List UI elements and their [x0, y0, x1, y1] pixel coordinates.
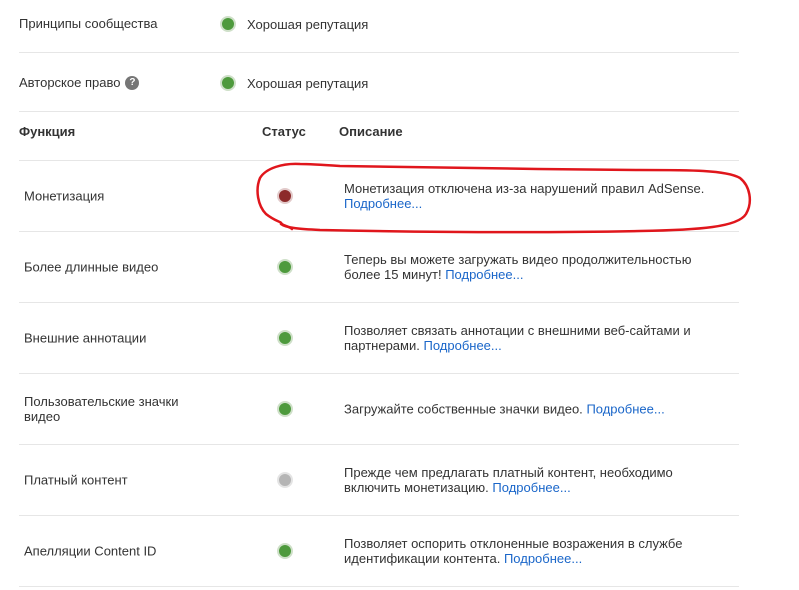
status-dot-icon [277, 259, 293, 275]
reputation-status: Хорошая репутация [220, 16, 368, 32]
feature-description-text: Монетизация отключена из-за нарушений пр… [344, 181, 705, 196]
reputation-status-text: Хорошая репутация [247, 75, 369, 91]
status-dot-icon [277, 401, 293, 417]
feature-description-text: Загружайте собственные значки видео. [344, 401, 583, 417]
reputation-label-text: Принципы сообщества [19, 16, 158, 31]
feature-name: Внешние аннотации [24, 330, 147, 346]
reputation-status: Хорошая репутация [220, 75, 368, 91]
status-dot-icon [220, 75, 236, 91]
feature-description: Прежде чем предлагать платный контент, н… [344, 465, 724, 495]
feature-name: Монетизация [24, 188, 105, 204]
learn-more-link[interactable]: Подробнее... [423, 338, 501, 353]
feature-name: Пользовательские значки видео [24, 394, 179, 424]
learn-more-link[interactable]: Подробнее... [344, 196, 422, 211]
status-dot-icon [277, 543, 293, 559]
feature-description: Загружайте собственные значки видео. Под… [344, 402, 724, 417]
help-icon[interactable]: ? [125, 75, 140, 90]
feature-description-text: Позволяет связать аннотации с внешними в… [344, 323, 691, 353]
feature-row-longer-videos: Более длинные видео Теперь вы можете заг… [19, 232, 739, 303]
reputation-label: Принципы сообщества [19, 16, 158, 31]
feature-name: Более длинные видео [24, 259, 159, 275]
feature-row-content-id-appeals: Апелляции Content ID Позволяет оспорить … [19, 516, 739, 587]
column-header-description: Описание [339, 124, 403, 139]
feature-row-external-annotations: Внешние аннотации Позволяет связать анно… [19, 303, 739, 374]
reputation-label: Авторское право ? [19, 75, 140, 90]
learn-more-link[interactable]: Подробнее... [445, 267, 523, 282]
learn-more-link[interactable]: Подробнее... [504, 551, 582, 566]
feature-description: Позволяет оспорить отклоненные возражени… [344, 536, 724, 566]
feature-row-paid-content: Платный контент Прежде чем предлагать пл… [19, 445, 739, 516]
status-dot-icon [277, 472, 293, 488]
feature-description: Монетизация отключена из-за нарушений пр… [344, 181, 724, 211]
status-dot-icon [277, 188, 293, 204]
feature-name: Апелляции Content ID [24, 543, 157, 559]
feature-row-custom-thumbnails: Пользовательские значки видео Загружайте… [19, 374, 739, 445]
status-dot-icon [277, 330, 293, 346]
reputation-row-copyright: Авторское право ? Хорошая репутация [19, 59, 739, 112]
column-header-feature: Функция [19, 124, 76, 139]
status-dot-icon [220, 16, 236, 32]
feature-description: Позволяет связать аннотации с внешними в… [344, 323, 724, 353]
feature-name: Платный контент [24, 472, 128, 488]
feature-row-monetization: Монетизация Монетизация отключена из-за … [19, 161, 739, 232]
reputation-row-community: Принципы сообщества Хорошая репутация [19, 0, 739, 53]
reputation-label-text: Авторское право [19, 75, 121, 90]
learn-more-link[interactable]: Подробнее... [586, 402, 664, 417]
reputation-status-text: Хорошая репутация [247, 16, 369, 32]
learn-more-link[interactable]: Подробнее... [492, 480, 570, 495]
column-header-status: Статус [262, 124, 306, 139]
feature-description: Теперь вы можете загружать видео продолж… [344, 252, 724, 282]
